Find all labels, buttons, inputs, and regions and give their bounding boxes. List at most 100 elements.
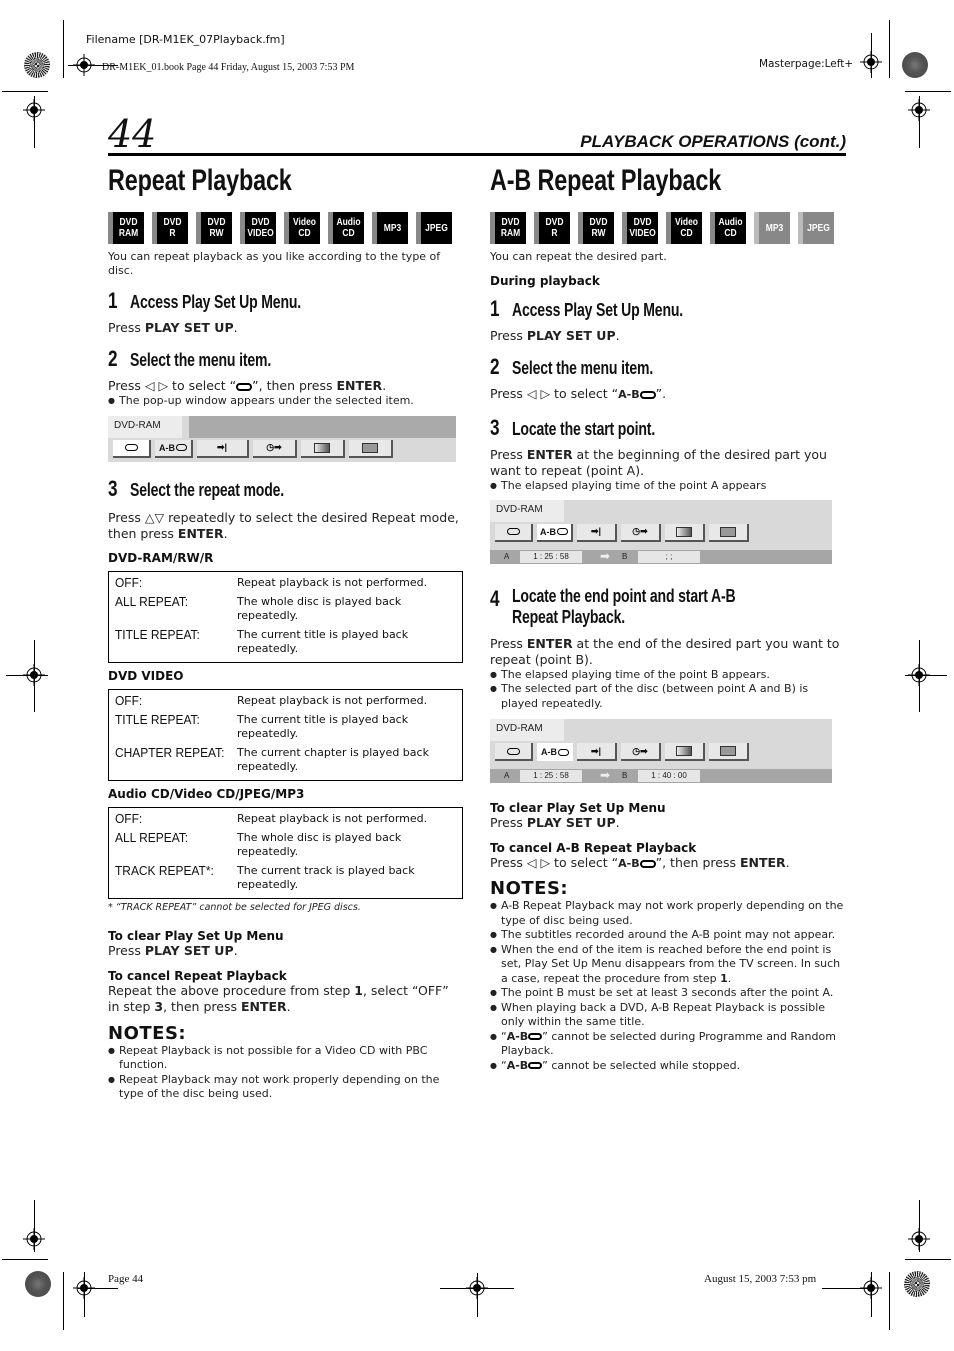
ab-repeat-section: A-B Repeat Playback DVD RAM DVD R DVD RW DV…	[490, 164, 845, 1073]
repeat-mode-table: OFF: Repeat playback is not performed. ALL…	[108, 806, 463, 899]
repeat-playback-section: Repeat Playback DVD RAM DVD R DVD RW DVD VI…	[108, 164, 463, 1102]
ab-repeat-button[interactable]: A-B	[155, 439, 193, 458]
table-row: TITLE REPEAT: The current title is played…	[115, 712, 456, 741]
step-number: 1	[108, 288, 118, 313]
text: Press	[490, 815, 527, 830]
time-search-button[interactable]: ◷➡︎	[253, 439, 297, 458]
step-2-text: Press ◁ ▷ to select “A-B ”.	[490, 386, 845, 403]
table-heading: Audio CD/Video CD/JPEG/MP3	[108, 786, 305, 801]
step-3: 3 Locate the start point.	[490, 415, 845, 441]
crop-line	[34, 640, 35, 712]
text: .	[233, 320, 238, 335]
ab-repeat-button[interactable]: A-B	[537, 743, 573, 761]
arrow-right-icon: ➡	[600, 768, 611, 782]
step-2-bullet: The pop-up window appears under the sele…	[108, 394, 463, 409]
disc-type-label: DVD RW	[207, 217, 226, 239]
table-row: OFF: Repeat playback is not performed.	[115, 693, 456, 708]
text: .	[382, 378, 387, 393]
display-button[interactable]	[709, 523, 749, 542]
text: When the end of the item is reached befo…	[501, 942, 841, 985]
picture-button[interactable]	[665, 743, 705, 761]
note-item: The subtitles recorded around the A-B po…	[490, 928, 845, 943]
disc-type-label: JPEG	[807, 222, 830, 234]
disc-type-label: MP3	[383, 222, 402, 234]
screen-icon	[720, 526, 736, 537]
ab-setup-menu-osd: DVD-RAM A-B ➡︎| ◷➡︎ A 1 : 25 : 58 ➡ B 1 …	[490, 719, 832, 783]
text: Press	[490, 328, 527, 343]
clear-text: Press PLAY SET UP.	[108, 943, 463, 959]
repeat-button[interactable]	[495, 523, 533, 542]
repeat-mode-table: OFF: Repeat playback is not performed. ALL…	[108, 570, 463, 663]
display-button[interactable]	[709, 743, 749, 761]
notes-heading: NOTES:	[490, 878, 569, 899]
mode-description: The whole disc is played back repeatedly…	[237, 830, 402, 858]
crop-line	[2, 1259, 48, 1260]
text: Press	[490, 635, 527, 651]
step-2: 2 Select the menu item.	[490, 354, 845, 380]
note-item: “A-B” cannot be selected while stopped.	[490, 1059, 845, 1074]
text: Press ◁ ▷ to select “	[490, 386, 619, 401]
repeat-icon	[236, 382, 253, 391]
table-heading: DVD VIDEO	[108, 668, 184, 683]
ab-repeat-button[interactable]: A-B	[537, 523, 573, 542]
repeat-icon	[558, 748, 569, 756]
picture-button[interactable]	[665, 523, 705, 542]
step-1-text: Press PLAY SET UP.	[490, 328, 845, 344]
crop-line	[919, 640, 920, 712]
step-4: 4 Locate the end point and start A-B Rep…	[490, 586, 845, 628]
point-b-label: B	[622, 771, 628, 780]
disc-type-badge: MP3	[372, 212, 408, 244]
note-item: Repeat Playback is not possible for a Vi…	[108, 1044, 463, 1073]
cancel-heading: To cancel Repeat Playback	[108, 968, 287, 983]
table-row: ALL REPEAT: The whole disc is played back…	[115, 594, 456, 623]
disc-type-badge: DVD R	[534, 212, 570, 244]
registration-mark-icon	[908, 99, 930, 121]
notes-heading: NOTES:	[108, 1022, 187, 1044]
text: ”, then press	[252, 378, 337, 393]
text: .	[615, 328, 620, 343]
step-1-text: Press PLAY SET UP.	[108, 320, 463, 336]
ab-label: A-B	[159, 442, 175, 453]
header-rule	[108, 153, 846, 156]
repeat-icon	[528, 1033, 543, 1040]
skip-button[interactable]: ➡︎|	[577, 523, 617, 542]
skip-button[interactable]: ➡︎|	[577, 743, 617, 761]
skip-button[interactable]: ➡︎|	[197, 439, 249, 458]
text: .	[727, 971, 732, 985]
step-3: 3 Select the repeat mode.	[108, 476, 463, 502]
picture-button[interactable]	[301, 439, 345, 458]
step-title: Locate the end point and start A-B Repea…	[512, 585, 736, 627]
footer-date: August 15, 2003 7:53 pm	[704, 1273, 817, 1285]
key-name: PLAY SET UP	[526, 815, 616, 830]
text: .	[233, 942, 238, 958]
display-button[interactable]	[349, 439, 393, 458]
text: ” cannot be selected while stopped.	[542, 1058, 741, 1072]
time-search-button[interactable]: ◷➡︎	[621, 523, 661, 542]
disc-type-label: Video CD	[674, 217, 698, 239]
notes-list: Repeat Playback is not possible for a Vi…	[108, 1044, 463, 1102]
ab-label: A-B	[541, 747, 557, 757]
disc-type-label: DVD RAM	[118, 217, 139, 239]
registration-disc-icon	[24, 52, 50, 78]
key-name: ENTER	[240, 998, 287, 1014]
repeat-button[interactable]	[113, 439, 151, 458]
text: Press ◁ ▷ to select “	[490, 855, 619, 870]
repeat-button[interactable]	[495, 743, 533, 761]
text: Press ◁ ▷ to select “	[108, 378, 237, 393]
crop-line	[63, 1272, 64, 1330]
registration-mark-icon	[23, 1228, 45, 1250]
table-row: ALL REPEAT: The whole disc is played back…	[115, 830, 456, 859]
disc-type-badge: Video CD	[284, 212, 320, 244]
step-ref: 1	[354, 982, 363, 998]
disc-type-label: JPEG	[425, 222, 448, 234]
step-title: Select the repeat mode.	[130, 479, 285, 500]
step-4-bullet: The selected part of the disc (between p…	[490, 682, 845, 711]
key-name: ENTER	[739, 855, 786, 870]
disc-type-label: MP3	[765, 222, 784, 234]
table-row: OFF: Repeat playback is not performed.	[115, 575, 456, 590]
note-item: “A-B” cannot be selected during Programm…	[490, 1030, 845, 1059]
clear-text: Press PLAY SET UP.	[490, 815, 845, 831]
text: Press	[108, 320, 145, 335]
table-row: TRACK REPEAT*: The current track is playe…	[115, 863, 456, 892]
time-search-button[interactable]: ◷➡︎	[621, 743, 661, 761]
